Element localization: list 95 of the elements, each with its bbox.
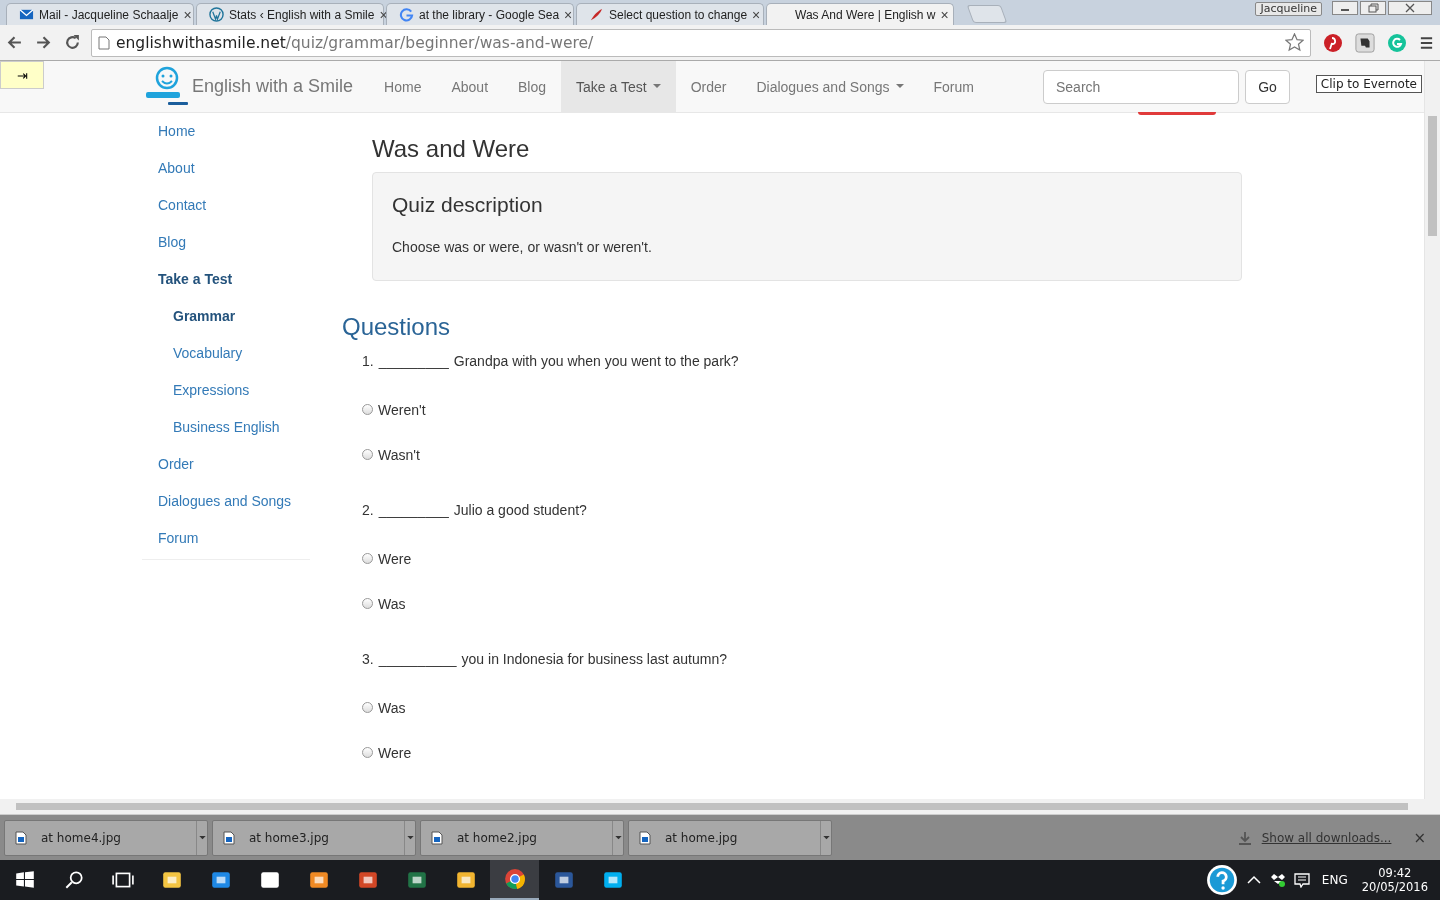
quiz-description: Choose was or were, or wasn't or weren't. — [392, 239, 653, 255]
image-file-icon — [15, 830, 27, 845]
nav-link[interactable]: About — [436, 61, 504, 112]
site-brand[interactable]: English with a Smile — [192, 76, 354, 97]
nav-link[interactable]: Dialogues and Songs — [741, 61, 919, 112]
horizontal-scrollbar[interactable] — [0, 799, 1440, 814]
download-item[interactable]: at home2.jpg — [420, 819, 624, 856]
sidebar-link[interactable]: Business English — [142, 411, 310, 448]
show-all-downloads-link[interactable]: Show all downloads... — [1261, 830, 1392, 845]
chrome-icon — [503, 868, 526, 890]
clock-date[interactable]: 20/05/2016 — [1361, 880, 1428, 894]
sidebar-link[interactable]: Forum — [142, 522, 310, 559]
close-button[interactable]: × — [1413, 828, 1426, 847]
envelope-icon — [19, 7, 34, 22]
answer-blank: _________ — [378, 353, 449, 369]
radio-button[interactable] — [362, 747, 373, 758]
option-label[interactable]: Was — [378, 596, 406, 612]
sidebar-link[interactable]: Order — [142, 448, 310, 485]
profile-name[interactable]: Jacqueline — [1255, 2, 1322, 16]
language-indicator[interactable]: ENG — [1321, 873, 1348, 887]
sidebar-link[interactable]: Blog — [142, 226, 310, 263]
download-item[interactable]: at home4.jpg — [4, 819, 208, 856]
quill-icon — [589, 7, 604, 22]
sidebar-link[interactable]: Grammar — [142, 300, 310, 337]
reload-icon[interactable] — [64, 34, 81, 51]
tooltip: Clip to Evernote — [1315, 75, 1422, 93]
browser-tab[interactable]: Stats ‹ English with a Smile × — [196, 3, 384, 25]
caret-icon[interactable] — [406, 835, 414, 840]
sidebar-link[interactable]: Take a Test — [142, 263, 310, 300]
google-icon — [399, 7, 414, 22]
page-icon — [98, 35, 110, 50]
browser-tab[interactable]: at the library - Google Sea × — [386, 3, 574, 25]
radio-button[interactable] — [362, 404, 373, 415]
answer-blank: _________ — [378, 502, 449, 518]
sidebar-link[interactable]: Expressions — [142, 374, 310, 411]
radio-button[interactable] — [362, 449, 373, 460]
caret-icon[interactable] — [822, 835, 830, 840]
browser-tab[interactable]: Select question to change × — [576, 3, 764, 25]
wordpress-icon — [209, 7, 224, 22]
restore-icon[interactable] — [1360, 1, 1386, 15]
caret-icon[interactable] — [198, 835, 206, 840]
help-icon[interactable] — [1205, 864, 1238, 896]
radio-button[interactable] — [362, 598, 373, 609]
forward-icon[interactable] — [35, 34, 52, 51]
download-icon — [1237, 830, 1252, 845]
clock-time[interactable]: 09:42 — [1378, 866, 1412, 880]
image-file-icon — [639, 830, 651, 845]
taskbar-button[interactable] — [490, 860, 539, 900]
option-label[interactable]: Weren't — [378, 402, 426, 418]
download-item[interactable]: at home3.jpg — [212, 819, 416, 856]
extension-button[interactable]: ⇥ — [0, 61, 44, 89]
question-text: Grandpa with you when you went to the park? — [453, 353, 739, 369]
back-icon[interactable] — [6, 34, 23, 51]
star-icon[interactable] — [1285, 33, 1304, 52]
sidebar-link[interactable]: Vocabulary — [142, 337, 310, 374]
nav-link[interactable]: Blog — [503, 61, 562, 112]
question-text: you in Indonesia for business last autumn? — [461, 651, 727, 667]
answer-blank: __________ — [378, 651, 457, 667]
sidebar-link[interactable]: About — [142, 152, 310, 189]
question-number: 1. — [362, 353, 374, 369]
question-number: 3. — [362, 651, 374, 667]
pinterest-icon[interactable] — [1323, 32, 1343, 53]
sidebar-link[interactable]: Home — [142, 115, 310, 152]
go-button[interactable]: Go — [1245, 69, 1290, 104]
radio-button[interactable] — [362, 553, 373, 564]
download-item[interactable]: at home.jpg — [628, 819, 832, 856]
panel-heading: Quiz description — [392, 193, 544, 217]
browser-tab[interactable]: Mail - Jacqueline Schaalje × — [6, 3, 194, 25]
questions-heading: Questions — [342, 313, 452, 341]
quiz-title: Was and Were — [372, 135, 531, 163]
search-field[interactable]: Search — [1043, 69, 1239, 104]
sidebar-link[interactable]: Contact — [142, 189, 310, 226]
image-file-icon — [431, 830, 443, 845]
option-label[interactable]: Wasn't — [378, 447, 420, 463]
radio-button[interactable] — [362, 702, 373, 713]
option-label[interactable]: Were — [378, 745, 412, 761]
nav-link[interactable]: Home — [369, 61, 437, 112]
windows-logo-icon — [13, 869, 36, 891]
option-label[interactable]: Was — [378, 700, 406, 716]
option-label[interactable]: Were — [378, 551, 412, 567]
address-bar[interactable]: englishwithasmile.net/quiz/grammar/beginner/was-and-were/ — [91, 28, 1311, 57]
minimize-icon[interactable] — [1332, 1, 1358, 15]
notification-icon[interactable] — [1293, 872, 1310, 888]
close-icon[interactable] — [1388, 1, 1432, 15]
vertical-scrollbar[interactable] — [1424, 61, 1440, 799]
caret-icon[interactable] — [614, 835, 622, 840]
nav-link[interactable]: Forum — [918, 61, 989, 112]
question-text: Julio a good student? — [453, 502, 587, 518]
browser-tab[interactable]: Was And Were | English w × — [766, 3, 954, 25]
sidebar-link[interactable]: Dialogues and Songs — [142, 485, 310, 522]
dropbox-icon[interactable] — [1269, 872, 1286, 888]
nav-link[interactable]: Take a Test — [561, 61, 676, 112]
image-file-icon — [223, 830, 235, 845]
question-number: 2. — [362, 502, 374, 518]
nav-link[interactable]: Order — [675, 61, 742, 112]
